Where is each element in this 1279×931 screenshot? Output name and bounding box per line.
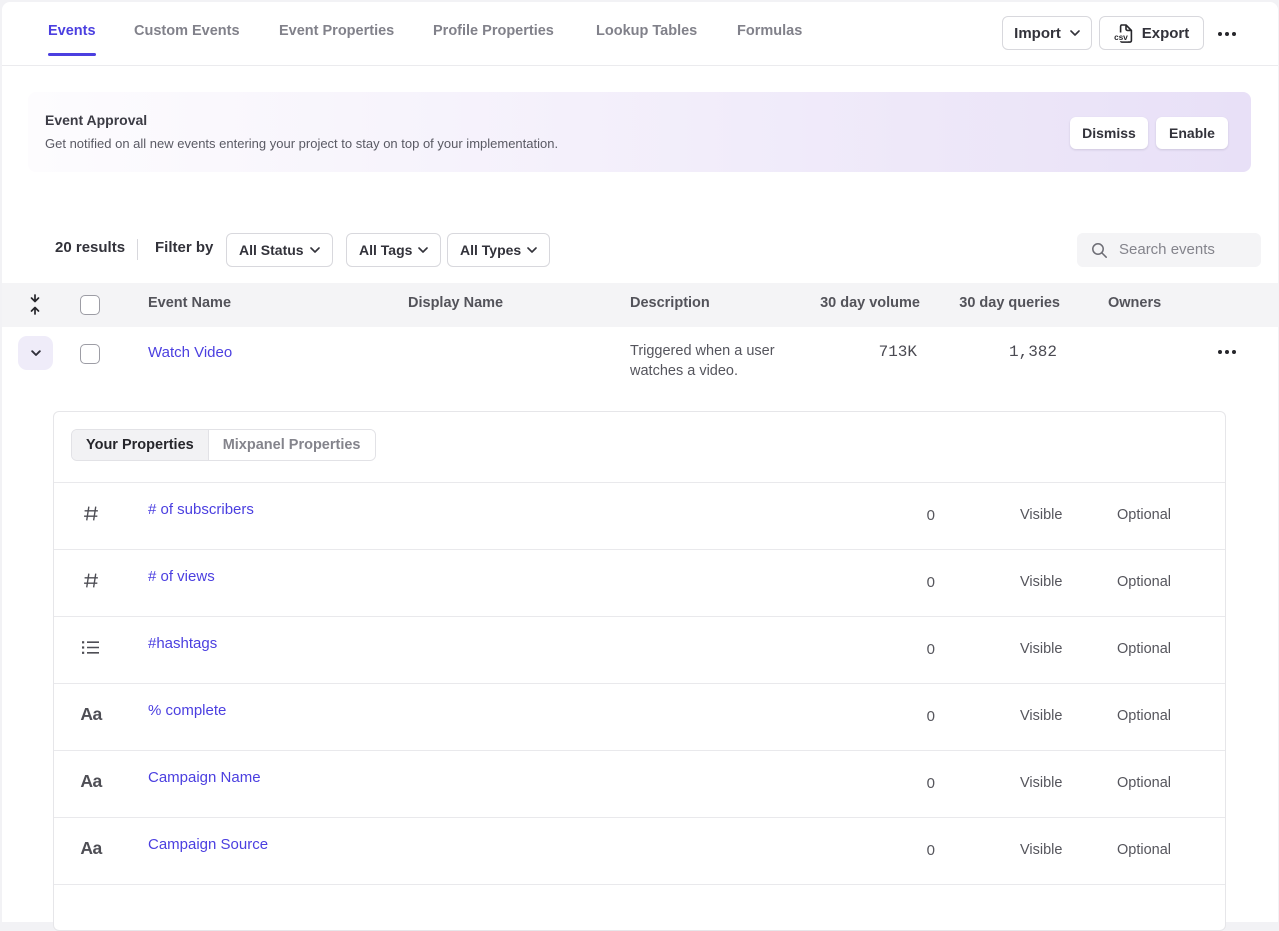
svg-text:csv: csv <box>1114 34 1128 43</box>
